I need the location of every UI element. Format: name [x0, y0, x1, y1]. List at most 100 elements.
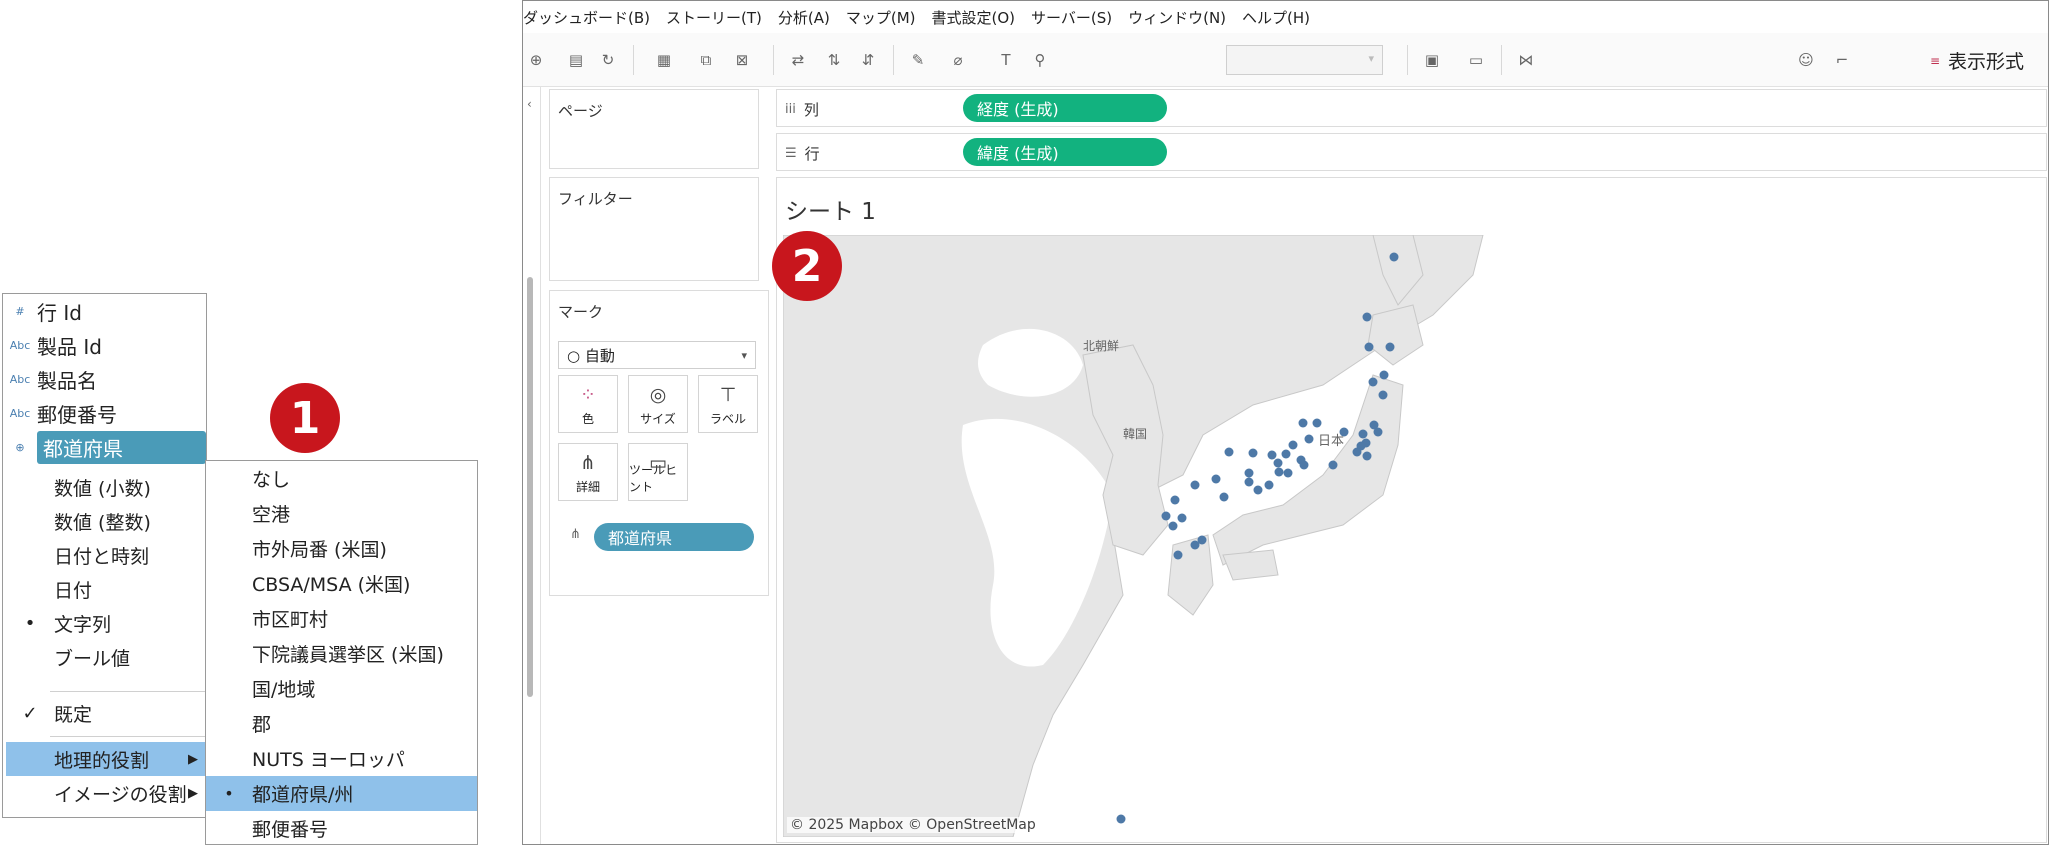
- duplicate-sheet-icon[interactable]: ⧉: [693, 47, 719, 73]
- menu-item-boolean[interactable]: ブール値: [6, 640, 206, 674]
- prefecture-mark[interactable]: [1267, 450, 1277, 460]
- sort-ascending-icon[interactable]: ⇅: [821, 47, 847, 73]
- detail-button[interactable]: ⋔ 詳細: [558, 443, 618, 501]
- share-icon[interactable]: ⋈: [1513, 47, 1539, 73]
- geo-role-nuts-europe[interactable]: NUTS ヨーロッパ: [206, 741, 477, 776]
- prefecture-mark[interactable]: [1364, 342, 1374, 352]
- menu-item-string[interactable]: • 文字列: [6, 606, 206, 640]
- menu-story[interactable]: ストーリー(T): [666, 7, 762, 28]
- pages-card[interactable]: ページ: [549, 89, 759, 169]
- prefecture-mark[interactable]: [1373, 427, 1383, 437]
- menu-window[interactable]: ウィンドウ(N): [1128, 7, 1226, 28]
- collapse-chevron-icon[interactable]: ‹: [527, 97, 532, 111]
- menu-item-image-role[interactable]: イメージの役割 ▶: [6, 776, 206, 810]
- rows-shelf[interactable]: ☰ 行 緯度 (生成): [776, 133, 2047, 171]
- prefecture-mark[interactable]: [1368, 377, 1378, 387]
- size-button[interactable]: ◎ サイズ: [628, 375, 688, 433]
- prefecture-mark[interactable]: [1116, 814, 1126, 824]
- field-row-id[interactable]: # 行 Id: [3, 294, 206, 328]
- prefecture-mark[interactable]: [1177, 513, 1187, 523]
- menu-item-decimal[interactable]: 数値 (小数): [6, 470, 206, 504]
- prefecture-detail-pill[interactable]: 都道府県: [594, 523, 754, 551]
- prefecture-mark[interactable]: [1173, 550, 1183, 560]
- prefecture-mark[interactable]: [1273, 458, 1283, 468]
- menu-item-datetime[interactable]: 日付と時刻: [6, 538, 206, 572]
- geo-role-state-province[interactable]: • 都道府県/州: [206, 776, 477, 811]
- menu-analysis[interactable]: 分析(A): [778, 7, 830, 28]
- mascot-icon[interactable]: ☺: [1793, 47, 1819, 73]
- prefecture-mark[interactable]: [1253, 485, 1263, 495]
- prefecture-mark[interactable]: [1352, 447, 1362, 457]
- show-cards-icon[interactable]: ▣: [1419, 47, 1445, 73]
- sort-descending-icon[interactable]: ⇵: [855, 47, 881, 73]
- geo-role-zip-code[interactable]: 郵便番号: [206, 811, 477, 846]
- swap-axes-icon[interactable]: ⇄: [785, 47, 811, 73]
- prefecture-mark[interactable]: [1244, 468, 1254, 478]
- menu-item-date[interactable]: 日付: [6, 572, 206, 606]
- mark-type-dropdown[interactable]: ○ 自動 ▾: [558, 341, 756, 369]
- latitude-pill[interactable]: 緯度 (生成): [963, 138, 1167, 166]
- geo-role-country[interactable]: 国/地域: [206, 671, 477, 706]
- refresh-icon[interactable]: ↻: [595, 47, 621, 73]
- geo-role-county[interactable]: 郡: [206, 706, 477, 741]
- geo-role-area-code[interactable]: 市外局番 (米国): [206, 531, 477, 566]
- menu-map[interactable]: マップ(M): [846, 7, 916, 28]
- menu-item-default[interactable]: ✓ 既定: [6, 696, 206, 730]
- clear-sheet-icon[interactable]: ⊠: [729, 47, 755, 73]
- prefecture-mark[interactable]: [1312, 418, 1322, 428]
- group-icon[interactable]: ⌀: [945, 47, 971, 73]
- field-row-product-name[interactable]: Abc 製品名: [3, 362, 206, 396]
- prefecture-mark[interactable]: [1299, 460, 1309, 470]
- prefecture-mark[interactable]: [1281, 449, 1291, 459]
- prefecture-mark[interactable]: [1362, 312, 1372, 322]
- label-icon[interactable]: T: [993, 47, 1019, 73]
- color-button[interactable]: ⁘ 色: [558, 375, 618, 433]
- geo-role-airport[interactable]: 空港: [206, 496, 477, 531]
- prefecture-mark[interactable]: [1244, 477, 1254, 487]
- presentation-icon[interactable]: ▭: [1463, 47, 1489, 73]
- prefecture-mark[interactable]: [1378, 390, 1388, 400]
- prefecture-mark[interactable]: [1170, 495, 1180, 505]
- prefecture-mark[interactable]: [1161, 511, 1171, 521]
- new-worksheet-icon[interactable]: ▦: [651, 47, 677, 73]
- prefecture-mark[interactable]: [1339, 427, 1349, 437]
- prefecture-mark[interactable]: [1298, 418, 1308, 428]
- prefecture-mark[interactable]: [1248, 448, 1258, 458]
- prefecture-mark[interactable]: [1304, 434, 1314, 444]
- menu-help[interactable]: ヘルプ(H): [1242, 7, 1310, 28]
- prefecture-mark[interactable]: [1168, 521, 1178, 531]
- show-me-button[interactable]: ≡ 表示形式: [1930, 47, 2024, 74]
- field-row-product-id[interactable]: Abc 製品 Id: [3, 328, 206, 362]
- prefecture-mark[interactable]: [1274, 467, 1284, 477]
- prefecture-mark[interactable]: [1219, 492, 1229, 502]
- prefecture-mark[interactable]: [1224, 447, 1234, 457]
- geo-role-congressional-district[interactable]: 下院議員選挙区 (米国): [206, 636, 477, 671]
- prefecture-mark[interactable]: [1211, 474, 1221, 484]
- prefecture-mark[interactable]: [1362, 451, 1372, 461]
- tooltip-button[interactable]: ▭ ツールヒント: [628, 443, 688, 501]
- highlight-icon[interactable]: ✎: [905, 47, 931, 73]
- new-datasource-icon[interactable]: ⊕: [523, 47, 549, 73]
- filters-card[interactable]: フィルター: [549, 177, 759, 281]
- menu-format[interactable]: 書式設定(O): [932, 7, 1016, 28]
- prefecture-mark[interactable]: [1264, 480, 1274, 490]
- prefecture-mark[interactable]: [1190, 480, 1200, 490]
- label-button[interactable]: ⊤ ラベル: [698, 375, 758, 433]
- database-icon[interactable]: ▤: [563, 47, 589, 73]
- pin-icon[interactable]: ⚲: [1027, 47, 1053, 73]
- paint-roller-icon[interactable]: ⌐: [1829, 47, 1855, 73]
- menu-server[interactable]: サーバー(S): [1031, 7, 1112, 28]
- longitude-pill[interactable]: 経度 (生成): [963, 94, 1167, 122]
- map-view[interactable]: 北朝鮮 韓国 日本 © 2025 Mapbox © OpenStreetMap: [783, 235, 2041, 837]
- scrollbar[interactable]: [527, 277, 533, 697]
- columns-shelf[interactable]: iii 列 経度 (生成): [776, 89, 2047, 127]
- field-row-prefecture[interactable]: ⊕ 都道府県: [3, 430, 206, 464]
- field-row-postal-code[interactable]: Abc 郵便番号: [3, 396, 206, 430]
- geo-role-city[interactable]: 市区町村: [206, 601, 477, 636]
- fit-dropdown[interactable]: [1226, 45, 1383, 75]
- prefecture-mark[interactable]: [1379, 370, 1389, 380]
- prefecture-mark[interactable]: [1389, 252, 1399, 262]
- prefecture-mark[interactable]: [1358, 429, 1368, 439]
- geo-role-none[interactable]: なし: [206, 461, 477, 496]
- prefecture-mark[interactable]: [1385, 342, 1395, 352]
